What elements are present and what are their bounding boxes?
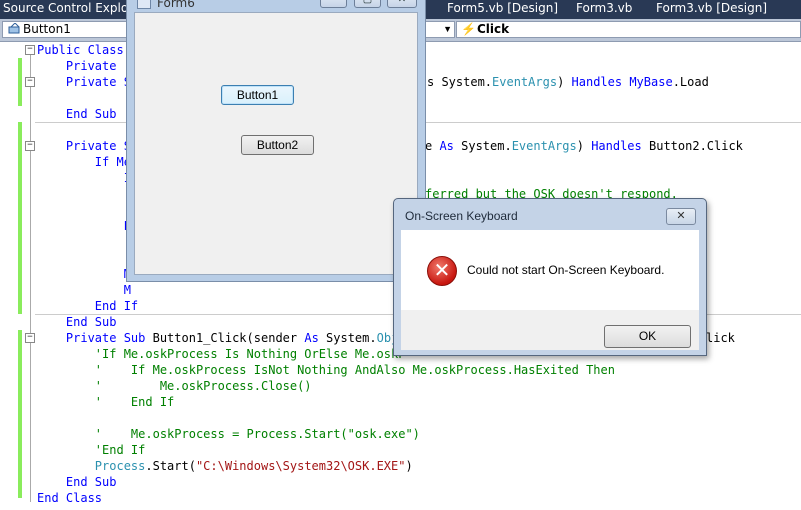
form-title-bar[interactable]: Form6 — ▢ ✕ [127, 0, 425, 11]
dialog-close-icon[interactable]: ✕ [666, 208, 696, 225]
code-fragment: lick [706, 331, 735, 345]
error-icon: ✕ [427, 256, 457, 286]
button2-control[interactable]: Button2 [241, 135, 314, 155]
minimize-icon[interactable]: — [320, 0, 347, 8]
code-line: I [37, 171, 131, 185]
code-line: M [37, 267, 131, 281]
button-object-icon [7, 22, 21, 35]
method-name-dropdown[interactable]: ⚡ Click [456, 21, 801, 38]
code-line: Private S [37, 139, 131, 153]
code-line: Private [37, 59, 124, 73]
code-line: ' Me.oskProcess.Close() [37, 379, 312, 393]
tab-form3-design[interactable]: Form3.vb [Design] [656, 0, 767, 19]
chevron-down-icon: ▼ [443, 24, 452, 34]
ok-button[interactable]: OK [604, 325, 691, 348]
code-line: 'If Me.oskProcess Is Nothing OrElse Me.o… [37, 347, 406, 361]
maximize-icon[interactable]: ▢ [354, 0, 381, 8]
code-fragment: e As System.EventArgs) Handles Button2.C… [425, 139, 743, 153]
button1-control[interactable]: Button1 [221, 85, 294, 105]
code-line: Private Sub Button1_Click(sender As Syst… [37, 330, 406, 346]
change-indicator [18, 330, 22, 498]
collapse-toggle-icon[interactable]: − [25, 77, 35, 87]
form-designer-window: Form6 — ▢ ✕ Button1 Button2 [126, 0, 426, 282]
code-line: End Class [37, 491, 103, 505]
collapse-toggle-icon[interactable]: − [25, 45, 35, 55]
code-line: ' Me.oskProcess = Process.Start("osk.exe… [37, 427, 420, 441]
code-line: End Sub [37, 475, 117, 489]
collapse-toggle-icon[interactable]: − [25, 141, 35, 151]
form-title: Form6 [157, 0, 195, 10]
tab-form3-code[interactable]: Form3.vb [576, 0, 632, 19]
close-icon[interactable]: ✕ [387, 0, 417, 8]
change-indicator [18, 58, 22, 106]
code-line: Public Class [37, 43, 124, 57]
lightning-event-icon: ⚡ [461, 22, 476, 36]
code-line: Process.Start("C:\Windows\System32\OSK.E… [94, 459, 413, 473]
code-line: Private Sub Button1_Click(sender As Syst… [65, 331, 406, 345]
outline-guide [30, 54, 31, 502]
code-line: ' If Me.oskProcess IsNot Nothing AndAlso… [37, 363, 615, 377]
code-line: End Sub [37, 315, 117, 329]
code-line: ' End If [37, 395, 175, 409]
form-client-area: Button1 Button2 [134, 12, 418, 275]
form-app-icon [137, 0, 151, 9]
collapse-toggle-icon[interactable]: − [25, 333, 35, 343]
dialog-message: Could not start On-Screen Keyboard. [467, 263, 665, 277]
code-line: End If [37, 299, 139, 313]
code-line: If Me [37, 155, 131, 169]
method-name-value: Click [477, 22, 510, 36]
class-name-value: Button1 [23, 22, 71, 36]
code-line: End Sub [37, 107, 117, 121]
tab-source-control-explorer[interactable]: Source Control Explorer [3, 0, 145, 19]
code-line: E [37, 219, 131, 233]
code-line: M [37, 283, 131, 297]
change-indicator [18, 122, 22, 314]
error-dialog: On-Screen Keyboard ✕ ✕ Could not start O… [393, 198, 707, 356]
dialog-body: ✕ Could not start On-Screen Keyboard. [401, 230, 699, 310]
code-line: 'End If [37, 443, 146, 457]
code-fragment: s System.EventArgs) Handles MyBase.Load [427, 75, 709, 89]
tab-form5-design[interactable]: Form5.vb [Design] [447, 0, 558, 19]
dialog-footer: OK [401, 310, 699, 350]
code-line: Private S [37, 75, 131, 89]
dialog-title: On-Screen Keyboard [405, 209, 518, 223]
